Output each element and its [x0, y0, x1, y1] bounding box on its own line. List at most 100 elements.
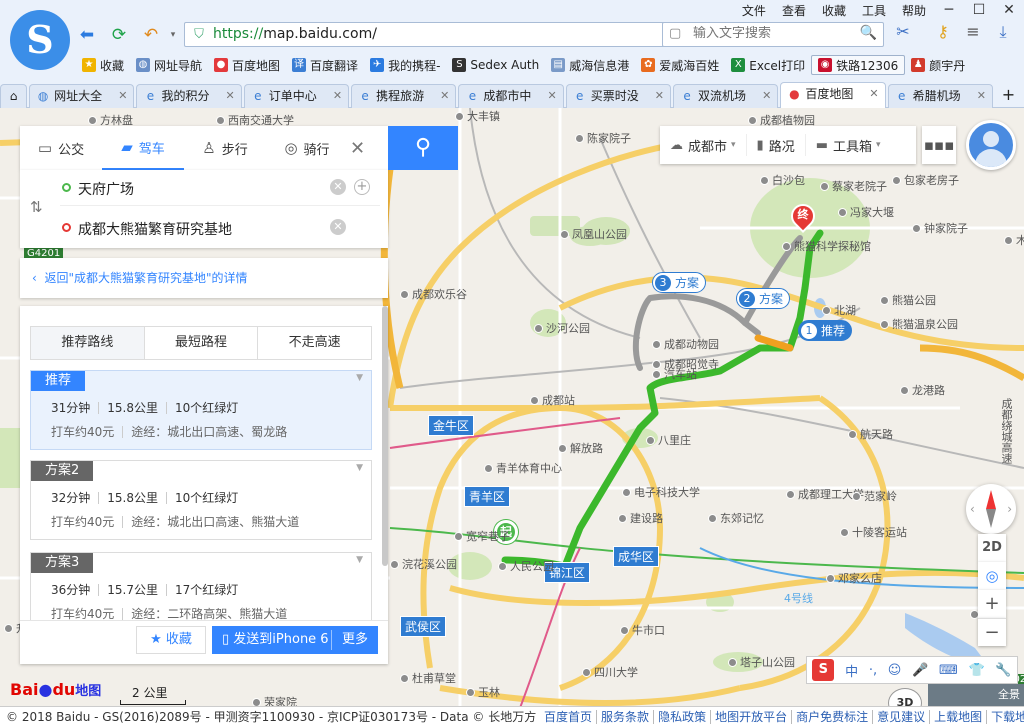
bookmark-item[interactable]: ▤ 威海信息港	[545, 54, 635, 76]
start-location[interactable]: 天府广场	[78, 179, 134, 199]
bookmark-item[interactable]: ◍ 网址导航	[130, 54, 208, 76]
map-place-label[interactable]: 4号线	[784, 590, 813, 606]
menu-view[interactable]: 查看	[774, 2, 814, 19]
browser-search-box[interactable]: ▢ 🔍	[662, 22, 884, 47]
swap-icon[interactable]: ⇅	[30, 198, 43, 216]
sogou-icon[interactable]: S	[812, 659, 835, 681]
map-place-label[interactable]: 木兰	[1004, 232, 1024, 248]
route-badge-plan-2[interactable]: 2 方案	[736, 288, 791, 309]
panorama-thumbnail[interactable]: 全景	[928, 684, 1024, 706]
map-place-label[interactable]: 蔡家老院子	[820, 178, 887, 194]
rotate-left-icon[interactable]: ‹	[970, 502, 975, 516]
mode-tab-walk[interactable]: ♙ 步行	[184, 126, 266, 170]
footer-link[interactable]: 隐私政策	[654, 710, 712, 724]
bookmark-item[interactable]: X Excel打印	[725, 54, 811, 76]
bookmark-item[interactable]: ✈ 我的携程-	[364, 54, 446, 76]
map-place-label[interactable]: 人民公园	[498, 558, 554, 574]
menu-help[interactable]: 帮助	[894, 2, 934, 19]
add-waypoint-icon[interactable]: +	[354, 179, 370, 195]
maximize-icon[interactable]: ☐	[964, 2, 994, 18]
map-place-label[interactable]: 八里庄	[646, 432, 691, 448]
send-to-phone-button[interactable]: ▯ 发送到iPhone 6 更多	[212, 626, 378, 654]
bookmark-item[interactable]: ◉ 铁路12306	[811, 55, 906, 75]
new-tab-icon[interactable]: +	[995, 84, 1022, 108]
map-place-label[interactable]: 包家老房子	[892, 172, 959, 188]
minimize-icon[interactable]: ─	[934, 2, 964, 18]
2d-toggle-button[interactable]: 2D	[978, 534, 1006, 562]
browser-tab[interactable]: e 买票时没 ✕	[565, 84, 672, 108]
map-place-label[interactable]: 建设路	[618, 510, 663, 526]
map-place-label[interactable]: 冯家大堰	[838, 204, 894, 220]
expand-icon[interactable]: ▼	[356, 373, 363, 383]
clear-end-icon[interactable]: ✕	[330, 219, 346, 235]
map-place-label[interactable]: 汽车站	[652, 366, 697, 382]
chinese-mode-icon[interactable]: 中	[845, 661, 858, 680]
map-place-label[interactable]: 范家岭	[852, 488, 897, 504]
rotate-right-icon[interactable]: ›	[1007, 502, 1012, 516]
map-place-label[interactable]: 东郊记忆	[708, 510, 764, 526]
browser-tab[interactable]: e 携程旅游 ✕	[351, 84, 457, 108]
map-place-label[interactable]: 电子科技大学	[622, 484, 700, 500]
message-icon[interactable]: ▪▪▪	[922, 126, 956, 164]
back-arrow-icon[interactable]: ⬅	[76, 24, 98, 46]
map-place-label[interactable]: 沙河公园	[534, 320, 590, 336]
map-place-label[interactable]: 大丰镇	[455, 108, 500, 124]
expand-icon[interactable]: ▼	[356, 463, 363, 473]
mode-tab-car[interactable]: ▰ 驾车	[102, 126, 184, 170]
map-place-label[interactable]: 浣花溪公园	[390, 556, 457, 572]
menu-tools[interactable]: 工具	[854, 2, 894, 19]
bookmark-item[interactable]: ★ 收藏	[76, 54, 130, 76]
map-place-label[interactable]: 航天路	[848, 426, 893, 442]
map-place-label[interactable]: 牛市口	[620, 622, 665, 638]
close-tab-icon[interactable]: ✕	[869, 83, 878, 105]
map-place-label[interactable]: 邓家么店	[826, 570, 882, 586]
emoji-icon[interactable]: ☺	[888, 663, 902, 678]
punctuation-icon[interactable]: ·,	[869, 663, 877, 678]
toolbox-button[interactable]: ▬ 工具箱 ▾	[806, 134, 891, 156]
map-place-label[interactable]: 凤凰山公园	[560, 226, 627, 242]
undo-dropdown-icon[interactable]: ▾	[162, 24, 184, 46]
download-icon[interactable]: ⤓	[992, 22, 1014, 42]
map-place-label[interactable]: 成都绕城高速	[998, 398, 1014, 464]
map-place-label[interactable]: 十陵客运站	[840, 524, 907, 540]
mode-tab-bike[interactable]: ◎ 骑行	[266, 126, 348, 170]
close-window-icon[interactable]: ✕	[994, 2, 1024, 18]
browser-tab[interactable]: e 希腊机场 ✕	[887, 84, 993, 108]
browser-tab[interactable]: e 成都市中 ✕	[458, 84, 564, 108]
favorite-button[interactable]: ★ 收藏	[136, 626, 206, 654]
address-bar[interactable]: ⛉ https://map.baidu.com/ ⚡ ☆ ▾	[184, 22, 734, 47]
wrench-icon[interactable]: 🔧	[995, 663, 1011, 678]
map-place-label[interactable]: 成都站	[530, 392, 575, 408]
browser-tab[interactable]: e 双流机场 ✕	[673, 84, 779, 108]
pref-no-highway[interactable]: 不走高速	[258, 327, 371, 359]
close-icon[interactable]: ✕	[350, 138, 365, 159]
key-icon[interactable]: ⚷	[932, 22, 954, 41]
keyboard-icon[interactable]: ⌨	[939, 663, 958, 678]
footer-link[interactable]: 意见建议	[873, 710, 931, 724]
undo-icon[interactable]: ↶	[140, 24, 162, 46]
close-tab-icon[interactable]: ✕	[977, 85, 986, 107]
bookmark-item[interactable]: ● 百度地图	[208, 54, 286, 76]
start-field[interactable]: 天府广场 ✕ +	[60, 170, 380, 206]
browser-tab[interactable]: ● 百度地图 ✕	[780, 82, 886, 108]
bookmark-item[interactable]: S Sedex Auth	[446, 54, 545, 76]
traffic-button[interactable]: ▮ 路况	[747, 134, 806, 156]
close-tab-icon[interactable]: ✕	[333, 85, 342, 107]
map-place-label[interactable]: 解放路	[558, 440, 603, 456]
map-place-label[interactable]: 玉林	[466, 684, 500, 700]
mode-tab-bus[interactable]: ▭ 公交	[20, 126, 102, 170]
browser-tab[interactable]: ◍ 网址大全 ✕	[29, 84, 135, 108]
map-place-label[interactable]: 熊猫科学探秘馆	[782, 238, 871, 254]
back-to-detail-link[interactable]: ‹ 返回"成都大熊猫繁育研究基地"的详情	[20, 258, 388, 298]
bookmark-item[interactable]: ♟ 颜宇丹	[905, 54, 971, 76]
search-button[interactable]: ⚲	[388, 126, 458, 170]
map-place-label[interactable]: 成都动物园	[652, 336, 719, 352]
zoom-in-button[interactable]: +	[978, 590, 1006, 618]
bookmark-item[interactable]: 译百度翻译	[286, 54, 364, 76]
map-place-label[interactable]: 杜甫草堂	[400, 670, 456, 686]
close-tab-icon[interactable]: ✕	[762, 85, 771, 107]
close-tab-icon[interactable]: ✕	[440, 85, 449, 107]
search-engine-icon[interactable]: ▢	[669, 26, 681, 41]
locate-icon[interactable]: ◎	[978, 562, 1006, 590]
compass-control[interactable]: ‹ ›	[966, 484, 1016, 534]
